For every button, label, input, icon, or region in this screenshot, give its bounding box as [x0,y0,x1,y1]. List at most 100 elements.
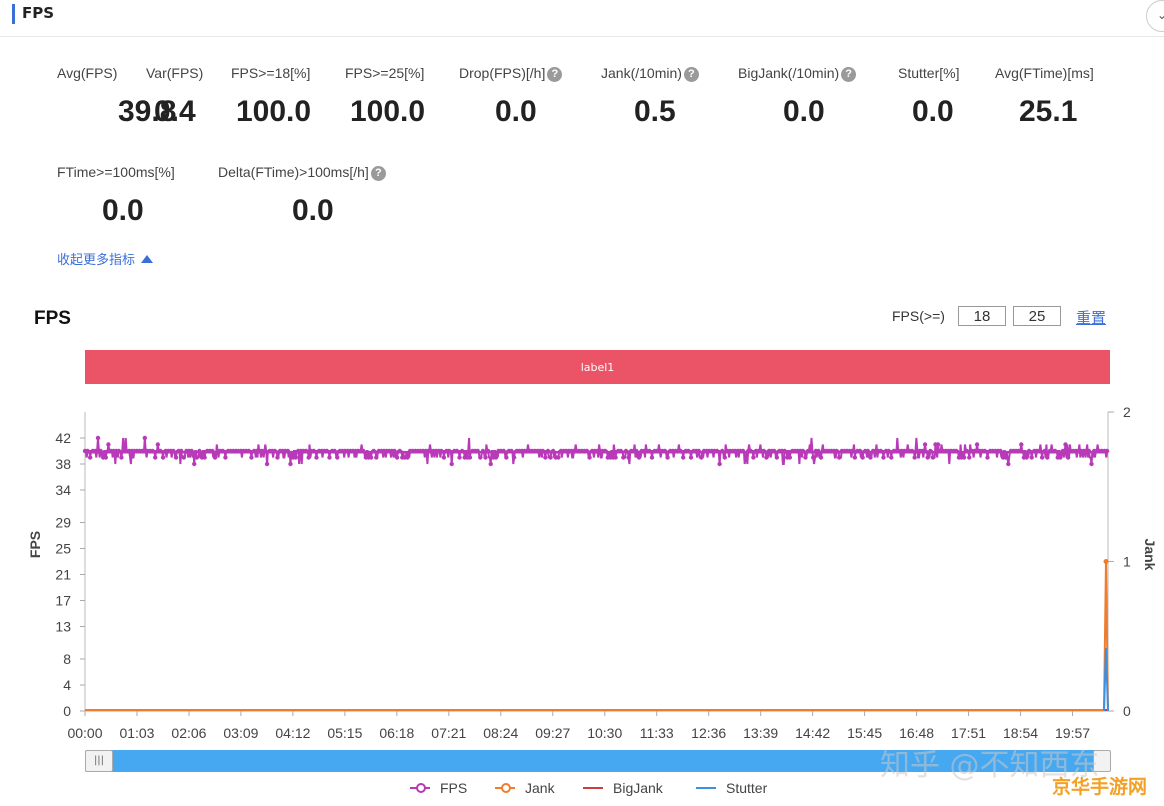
fps-point [449,461,454,467]
metric-label-text: FTime>=100ms[%] [57,164,175,180]
jank-line [85,561,1109,711]
metric-value: 25.1 [1019,95,1078,128]
fps-point [371,448,376,454]
fps-point [311,448,317,454]
fps-point [774,455,780,460]
collapse-metrics-label[interactable]: 收起更多指标 [57,253,135,268]
y-tick-label: 17 [55,593,71,609]
fps-point [439,448,444,454]
legend-item-stutter[interactable]: Stutter [696,780,767,796]
fps-point [556,455,561,460]
triangle-up-icon [141,255,154,263]
metric-label: Stutter[%] [898,65,959,81]
x-tick-label: 15:45 [847,725,882,741]
x-tick-label: 04:12 [275,725,310,741]
fps-point [173,455,179,460]
fps-point [249,455,254,460]
fps-point [374,455,379,460]
fps-point [332,448,337,454]
fps-point [772,448,777,454]
chevron-down-icon[interactable]: ⌄ [1146,0,1164,32]
fps-point [98,448,103,454]
x-tick-label: 16:48 [899,725,934,741]
fps-point [335,455,340,460]
fps-point [881,455,886,460]
help-icon[interactable]: ? [370,166,386,181]
fps-point [889,455,894,460]
fps-point [584,448,590,454]
fps-point [478,455,483,460]
metric-label-text: FPS>=18[%] [231,65,311,81]
legend-label: Jank [525,780,555,796]
other-series [85,559,1109,712]
help-icon[interactable]: ? [547,67,563,82]
y2-tick-label: 1 [1123,554,1131,570]
legend-item-fps[interactable]: FPS [410,780,467,796]
metric-value: 0.5 [634,95,676,128]
x-tick-label: 07:21 [431,725,466,741]
fps-chart[interactable]: 0 4 8 13 17 21 25 29 34 38 42 0 1 2 00:00 01:03 02:06 03:… [0,395,1164,750]
fps-point [1037,448,1042,454]
y-tick-label: 13 [55,619,71,635]
metric-label-text: Stutter[%] [898,65,960,81]
fps-point [1003,455,1008,460]
fps-point [262,448,267,454]
x-tick-label: 09:27 [535,725,570,741]
fps-point [293,455,298,460]
fps-point [818,455,824,460]
fps-point [878,448,884,454]
threshold-high-input[interactable] [1013,306,1061,326]
fps-point [142,435,148,441]
metric-fps-25: FPS>=25[%] 100.0 [345,65,425,128]
collapse-metrics-toggle[interactable]: 收起更多指标 [57,249,154,268]
fps-point [714,448,720,454]
metric-label: FTime>=100ms[%] [57,164,175,180]
help-icon[interactable]: ? [683,67,699,82]
fps-point [1089,461,1094,467]
metric-avg-fps: Avg(FPS) 39.8 [57,65,176,128]
legend-item-jank[interactable]: Jank [495,780,555,796]
fps-point [982,448,988,454]
fps-point [212,455,218,460]
fps-point [467,455,473,460]
fps-point [886,448,891,454]
reset-button[interactable]: 重置 [1076,307,1106,328]
metric-label: Var(FPS) [146,65,203,81]
metric-label: Drop(FPS)[/h]? [459,65,563,82]
fps-point [665,455,670,460]
fps-point [179,448,184,454]
slider-left-handle[interactable]: ||| [85,750,113,772]
x-tick-label: 02:06 [171,725,206,741]
fps-point [922,442,928,447]
fps-point [150,448,155,454]
label-bar[interactable]: label1 [85,350,1110,384]
fps-point [264,461,270,467]
header-accent-bar [12,4,15,24]
fps-point [327,455,332,460]
legend-marker [501,783,511,793]
fps-point [192,461,197,467]
threshold-low-input[interactable] [958,306,1006,326]
y-tick-label: 34 [55,482,71,498]
fps-point [1024,455,1029,460]
fps-point [160,455,166,460]
fps-point [782,448,787,454]
metric-jank-10min: Jank(/10min)? 0.5 [601,65,699,128]
metric-label: BigJank(/10min)? [738,65,857,82]
help-icon[interactable]: ? [841,67,857,82]
metric-ftime-100ms: FTime>=100ms[%] 0.0 [57,164,175,227]
metric-value: 0.0 [292,194,334,227]
jank-point [1103,559,1109,564]
fps-point [811,455,816,460]
fps-point [808,448,813,454]
legend-item-bigjank[interactable]: BigJank [583,780,663,796]
fps-points [82,435,1110,467]
x-tick-label: 06:18 [379,725,414,741]
fps-point [816,448,821,454]
fps-point [501,448,506,454]
fps-point [602,448,608,454]
y-tick-label: 25 [55,541,71,557]
fps-point [751,455,756,460]
y-tick-label: 29 [55,515,71,531]
fps-point [764,455,769,460]
